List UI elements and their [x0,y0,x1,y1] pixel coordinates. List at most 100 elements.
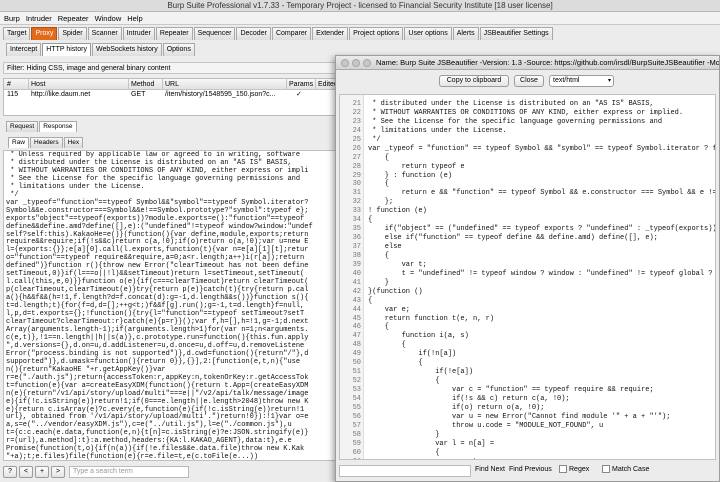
next-button[interactable]: > [51,466,65,478]
code-line: 44 var e; [340,306,715,315]
line-code: var t; [368,260,427,269]
line-code: * WITHOUT WARRANTIES OR CONDITIONS OF AN… [368,108,684,117]
line-number: 48 [352,341,361,350]
copy-to-clipboard-button[interactable]: Copy to clipboard [439,75,509,87]
response-raw-editor[interactable]: * Unless required by applicable law or a… [3,150,348,461]
find-input[interactable] [339,465,471,477]
tab-http-history[interactable]: HTTP history [42,43,91,56]
line-number: 28 [352,162,361,171]
zoom-window-icon[interactable] [363,59,371,67]
line-code: if("object" == ("undefined" == typeof ex… [368,225,716,234]
menu-intruder[interactable]: Intruder [26,14,52,23]
tab-target[interactable]: Target [3,27,31,40]
find-next-button[interactable]: Find Next [475,462,505,478]
table-row[interactable]: 115 http://like.daum.net GET /item/histo… [4,90,347,99]
tab-response[interactable]: Response [39,121,77,132]
tab-intruder[interactable]: Intruder [122,27,155,40]
menu-help[interactable]: Help [127,14,142,23]
tab-sequencer[interactable]: Sequencer [193,27,236,40]
line-code: { [368,448,440,457]
col-host[interactable]: Host [31,79,126,90]
tab-comparer[interactable]: Comparer [271,27,312,40]
col-method[interactable]: Method [131,79,161,90]
line-code: var c = "function" == typeof require && … [368,386,654,394]
line-number: 23 [352,117,361,126]
tab-options[interactable]: Options [162,43,195,56]
line-code: if(!s && c) return c(a, !0); [368,394,570,403]
tab-raw[interactable]: Raw [8,137,30,148]
beautified-code-editor[interactable]: 21 * distributed under the License is di… [339,94,716,460]
line-code: var l = n[a] = [368,439,495,448]
tab-user-options[interactable]: User options [404,27,452,40]
close-window-icon[interactable] [341,59,349,67]
code-line: 24 * limitations under the License. [340,127,715,136]
line-number: 37 [352,243,361,251]
tab-extender[interactable]: Extender [312,27,349,40]
add-button[interactable]: + [35,466,49,478]
code-line: 33 ! function (e) [340,207,715,216]
search-bar: ? < + > Type a search term [3,464,348,480]
col-num[interactable]: # [7,79,27,90]
line-code: ! function (e) [368,207,427,216]
line-code: } [368,430,440,439]
code-line: 30 { [340,180,715,189]
line-number: 57 [352,421,361,430]
col-url[interactable]: URL [165,79,285,90]
code-line: "+a);t;e.files)file(function(e){r=e.file… [6,453,259,461]
minimize-window-icon[interactable] [352,59,360,67]
line-code: { [368,153,390,162]
tab-proxy[interactable]: Proxy [31,27,58,40]
tab-hex[interactable]: Hex [63,137,84,148]
line-number: 29 [352,171,361,180]
code-line: 57 throw u.code = "MODULE_NOT_FOUND", u [340,421,715,431]
search-input[interactable]: Type a search term [68,466,189,478]
code-line: 61 exports: [340,458,715,460]
line-code: } : function (e) [368,171,453,180]
code-line: 29 } : function (e) [340,171,715,181]
jsbeautifier-title: Name: Burp Suite JSBeautifier -Version: … [376,58,719,67]
line-number: 52 [352,377,361,386]
close-button[interactable]: Close [514,75,544,87]
tab-scanner[interactable]: Scanner [87,27,122,40]
code-line: 50 { [340,359,715,368]
regex-label: Regex [569,466,590,473]
code-line: 59 var l = n[a] = [340,439,715,449]
prev-button[interactable]: < [19,466,33,478]
tab-intercept[interactable]: Intercept [6,43,42,56]
menu-burp[interactable]: Burp [4,14,20,23]
tab-jsbeautifier-settings[interactable]: JSBeautifier Settings [479,27,553,40]
tab-headers[interactable]: Headers [30,137,63,148]
line-code: { [368,359,423,368]
line-number: 59 [352,439,361,448]
row-num: 115 [7,91,19,98]
menu-repeater[interactable]: Repeater [58,14,89,23]
tab-repeater[interactable]: Repeater [155,27,193,40]
code-line: 37 else [340,243,715,252]
menu-window[interactable]: Window [95,14,122,23]
filter-bar[interactable]: Filter: Hiding CSS, image and general bi… [3,62,348,74]
line-number: 46 [352,323,361,332]
line-number: 45 [352,314,361,323]
col-params[interactable]: Params [289,79,314,90]
tab-project-options[interactable]: Project options [349,27,404,40]
tab-decoder[interactable]: Decoder [236,27,271,40]
line-number: 61 [340,458,361,460]
code-line: 56 var u = new Error("Cannot find module… [340,413,715,422]
line-code: { [368,377,440,386]
code-line: 54 if(!s && c) return c(a, !0); [340,394,715,404]
tab-alerts[interactable]: Alerts [452,27,479,40]
mode-select[interactable]: text/html ▾ [549,75,614,87]
code-line: 31 return e && "function" == typeof Symb… [340,189,715,198]
tab-websockets-history[interactable]: WebSockets history [91,43,162,56]
find-bar: Find Next Find Previous Regex Match Case [339,462,716,480]
line-code: } [368,278,390,287]
tab-spider[interactable]: Spider [58,27,87,40]
find-previous-button[interactable]: Find Previous [509,462,552,478]
line-number: 36 [352,234,361,243]
line-number: 22 [352,108,361,117]
regex-checkbox[interactable]: Regex [559,462,589,478]
line-code: }; [368,198,394,207]
match-case-checkbox[interactable]: Match Case [602,462,649,478]
help-button[interactable]: ? [3,466,17,478]
tab-request[interactable]: Request [6,121,39,132]
